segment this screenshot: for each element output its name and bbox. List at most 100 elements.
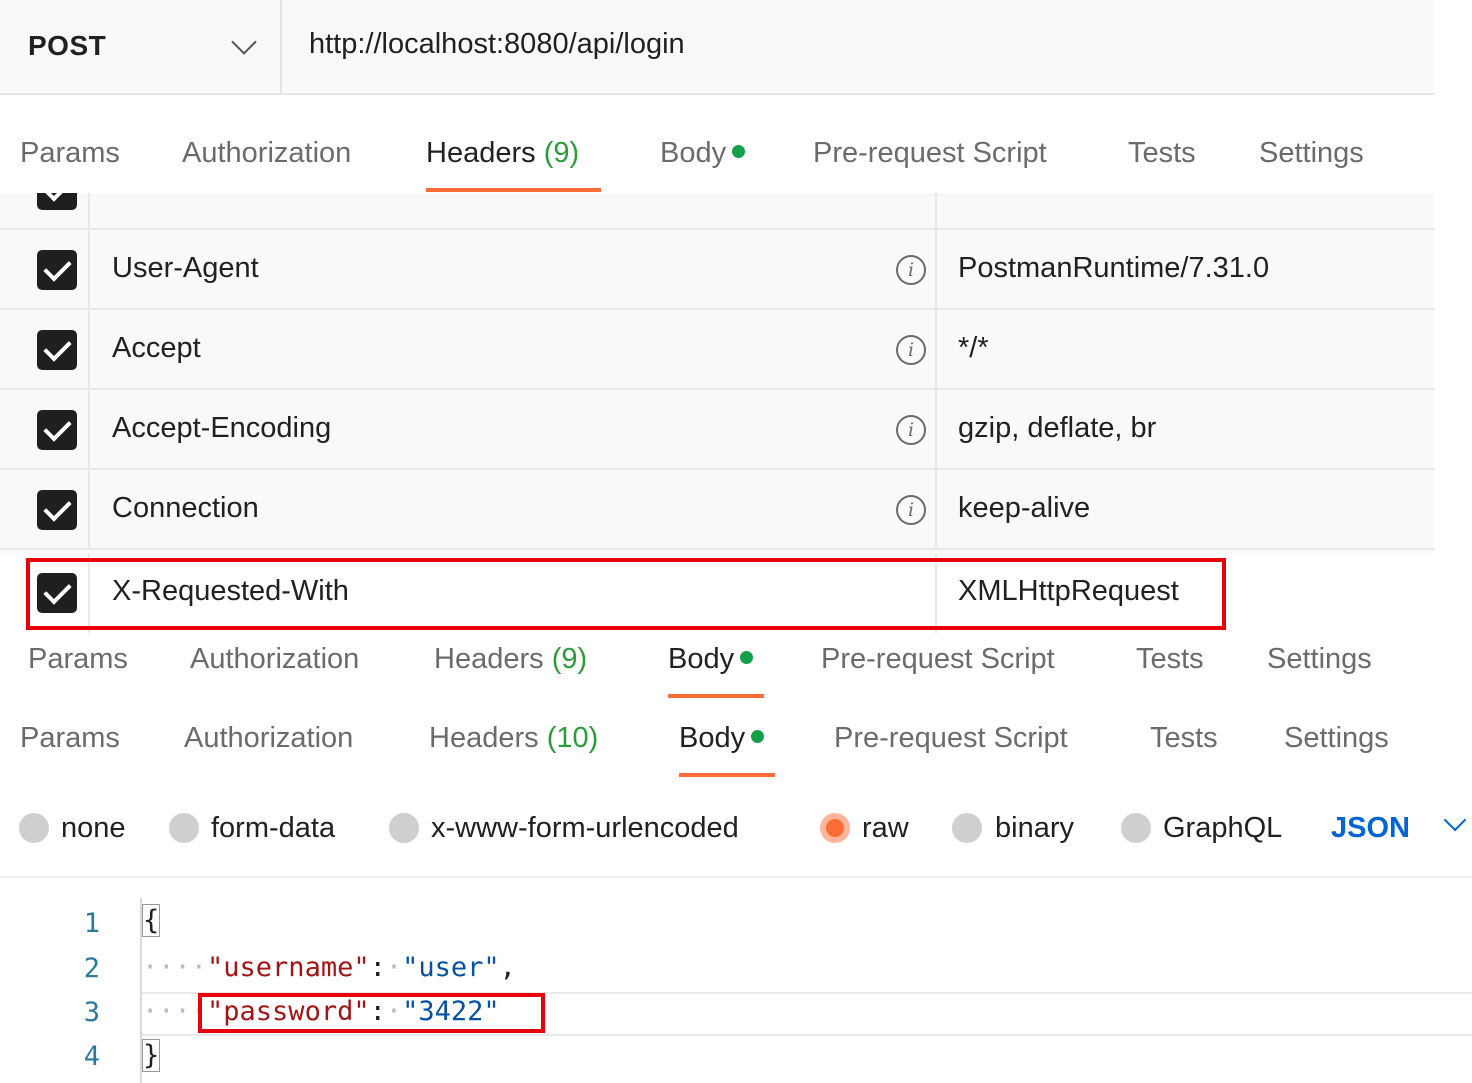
tab-headers-count: (9) xyxy=(543,137,580,169)
tab-authorization[interactable]: Authorization xyxy=(182,137,351,170)
header-value[interactable]: PostmanRuntime/7.31.0 xyxy=(958,252,1269,285)
table-row: User-Agent i PostmanRuntime/7.31.0 xyxy=(0,230,1434,310)
request-tabs-middle: Params Authorization Headers (9) Body Pr… xyxy=(0,643,1434,713)
password-highlight-box xyxy=(198,993,545,1033)
headers-table: User-Agent i PostmanRuntime/7.31.0 Accep… xyxy=(0,193,1434,553)
header-value[interactable]: */* xyxy=(958,332,989,365)
method-selector[interactable]: POST xyxy=(0,0,282,95)
body-status-dot xyxy=(732,145,746,158)
radio-graphql[interactable] xyxy=(1121,813,1151,843)
tab-body-label: Body xyxy=(679,722,746,754)
editor-separator xyxy=(0,876,1472,878)
url-input[interactable]: http://localhost:8080/api/login xyxy=(309,28,685,61)
checkbox-icon[interactable] xyxy=(37,410,77,450)
open-brace: { xyxy=(141,904,161,937)
code-line-2: ····"username":·"user", xyxy=(142,952,516,983)
request-url-bar: POST http://localhost:8080/api/login xyxy=(0,0,1434,95)
tab-headers-count: (10) xyxy=(546,722,599,754)
editor-gutter xyxy=(140,898,142,1083)
active-tab-indicator xyxy=(679,773,775,777)
tab-tests[interactable]: Tests xyxy=(1136,643,1204,676)
info-icon[interactable]: i xyxy=(896,495,926,525)
tab-pre-request-script[interactable]: Pre-request Script xyxy=(813,137,1047,170)
tab-settings[interactable]: Settings xyxy=(1284,722,1389,755)
option-form-data-label[interactable]: form-data xyxy=(211,812,335,845)
chevron-down-icon[interactable] xyxy=(1443,808,1467,832)
highlight-box xyxy=(26,558,1226,630)
checkbox-cell xyxy=(0,310,90,388)
tab-body[interactable]: Body xyxy=(660,137,746,170)
header-key[interactable]: Connection xyxy=(112,492,259,525)
username-value: "user" xyxy=(402,952,500,983)
tab-pre-request-script[interactable]: Pre-request Script xyxy=(821,643,1055,676)
column-divider xyxy=(935,470,937,548)
tab-body[interactable]: Body xyxy=(668,643,754,676)
body-status-dot xyxy=(740,651,754,664)
tab-settings[interactable]: Settings xyxy=(1259,137,1364,170)
tab-params[interactable]: Params xyxy=(28,643,128,676)
column-divider xyxy=(935,390,937,468)
radio-urlencoded[interactable] xyxy=(389,813,419,843)
checkbox-cell xyxy=(0,230,90,308)
checkbox-icon[interactable] xyxy=(37,330,77,370)
request-tabs-bottom: Params Authorization Headers (10) Body P… xyxy=(0,722,1434,792)
code-line-1: { xyxy=(141,904,161,937)
active-tab-indicator xyxy=(426,188,601,192)
table-row xyxy=(0,193,1434,230)
table-row: Accept i */* xyxy=(0,310,1434,390)
option-none-label[interactable]: none xyxy=(61,812,126,845)
column-divider xyxy=(935,230,937,308)
format-dropdown[interactable]: JSON xyxy=(1331,812,1410,845)
tab-tests[interactable]: Tests xyxy=(1150,722,1218,755)
active-tab-indicator xyxy=(668,694,764,698)
tab-headers-count: (9) xyxy=(551,643,588,675)
info-icon[interactable]: i xyxy=(896,255,926,285)
checkbox-icon[interactable] xyxy=(37,250,77,290)
tab-authorization[interactable]: Authorization xyxy=(190,643,359,676)
tab-pre-request-script[interactable]: Pre-request Script xyxy=(834,722,1068,755)
tab-headers-label: Headers xyxy=(429,722,539,754)
line-number: 4 xyxy=(83,1041,100,1072)
chevron-down-icon[interactable] xyxy=(231,29,257,55)
header-key[interactable]: Accept xyxy=(112,332,201,365)
radio-binary[interactable] xyxy=(952,813,982,843)
header-key[interactable]: Accept-Encoding xyxy=(112,412,331,445)
radio-form-data[interactable] xyxy=(169,813,199,843)
line-number: 3 xyxy=(83,997,100,1028)
tab-params[interactable]: Params xyxy=(20,722,120,755)
table-row: Connection i keep-alive xyxy=(0,470,1434,550)
tab-headers[interactable]: Headers (9) xyxy=(434,643,587,676)
line-number: 2 xyxy=(83,953,100,984)
radio-none[interactable] xyxy=(19,813,49,843)
tab-body-label: Body xyxy=(668,643,735,675)
tab-headers[interactable]: Headers (10) xyxy=(429,722,598,755)
header-value[interactable]: gzip, deflate, br xyxy=(958,412,1156,445)
info-icon[interactable]: i xyxy=(896,415,926,445)
info-icon[interactable]: i xyxy=(896,335,926,365)
checkbox-cell xyxy=(0,470,90,548)
option-raw-label[interactable]: raw xyxy=(862,812,909,845)
code-line-4: } xyxy=(141,1039,161,1072)
option-graphql-label[interactable]: GraphQL xyxy=(1163,812,1282,845)
radio-raw[interactable] xyxy=(820,813,850,843)
option-binary-label[interactable]: binary xyxy=(995,812,1074,845)
option-urlencoded-label[interactable]: x-www-form-urlencoded xyxy=(431,812,739,845)
checkbox-icon[interactable] xyxy=(37,193,77,210)
table-row: Accept-Encoding i gzip, deflate, br xyxy=(0,390,1434,470)
column-divider xyxy=(935,310,937,388)
tab-tests[interactable]: Tests xyxy=(1128,137,1196,170)
tab-headers-label: Headers xyxy=(434,643,544,675)
header-key[interactable]: User-Agent xyxy=(112,252,259,285)
tab-params[interactable]: Params xyxy=(20,137,120,170)
checkbox-cell xyxy=(0,390,90,468)
column-divider xyxy=(935,193,937,228)
tab-body-label: Body xyxy=(660,137,727,169)
header-value[interactable]: keep-alive xyxy=(958,492,1090,525)
tab-settings[interactable]: Settings xyxy=(1267,643,1372,676)
tab-body[interactable]: Body xyxy=(679,722,765,755)
tab-authorization[interactable]: Authorization xyxy=(184,722,353,755)
checkbox-cell xyxy=(0,193,90,228)
checkbox-icon[interactable] xyxy=(37,490,77,530)
tab-headers[interactable]: Headers (9) xyxy=(426,137,579,170)
line-number: 1 xyxy=(83,908,100,939)
